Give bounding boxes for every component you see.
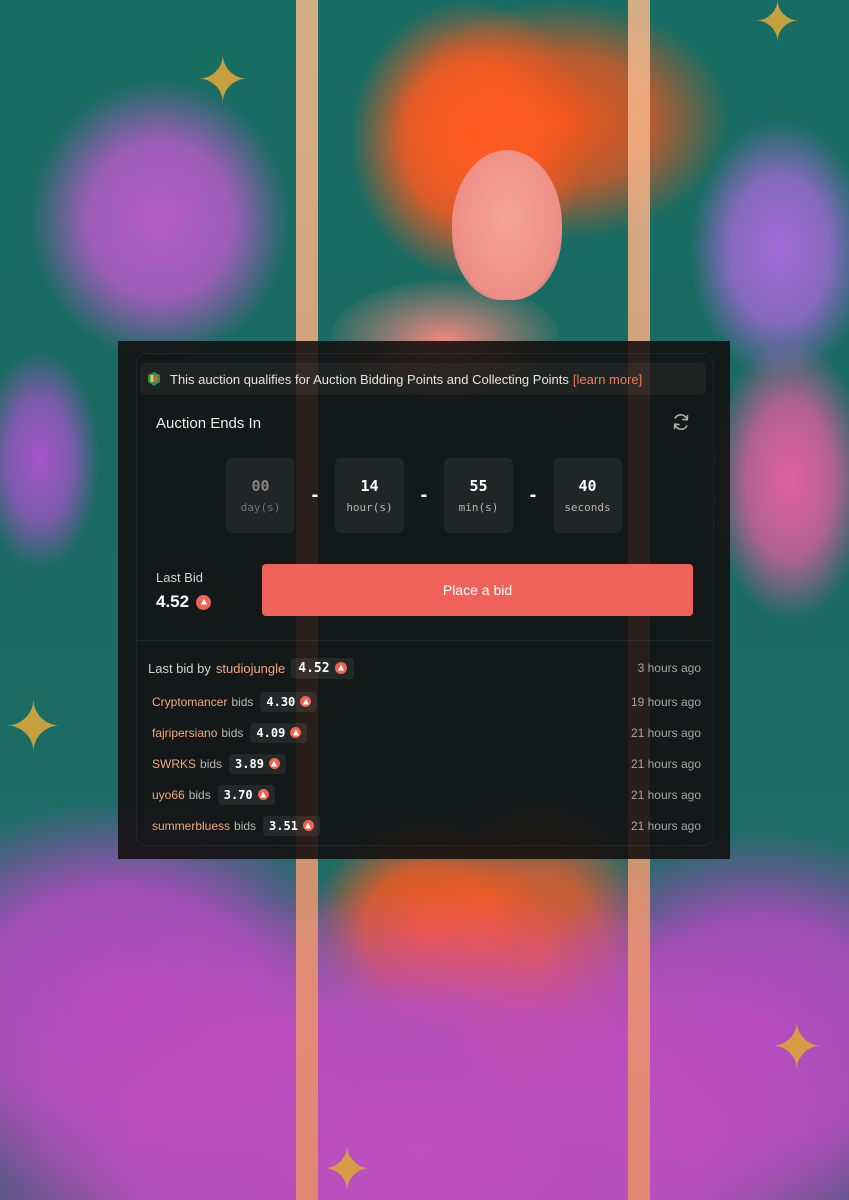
bid-amount-value: 3.70 — [223, 787, 253, 802]
bidder-name[interactable]: uyo66 — [152, 788, 185, 802]
countdown-days-value: 00 — [251, 477, 270, 495]
bids-word: bids — [231, 694, 254, 709]
bidder-name[interactable]: SWRKS — [152, 757, 196, 771]
bid-history-list: Cryptomancer bids 4.30 19 hours ago fajr… — [152, 686, 701, 841]
countdown-seconds: 40 seconds — [553, 458, 622, 533]
bids-word: bids — [221, 725, 244, 740]
currency-icon — [257, 789, 269, 800]
countdown-hours: 14 hour(s) — [335, 458, 404, 533]
last-bid-summary-value: 4.52 — [298, 660, 330, 676]
bid-amount-value: 3.89 — [235, 756, 264, 771]
bidder-name[interactable]: summerbluess — [152, 819, 230, 833]
bid-time: 21 hours ago — [630, 818, 701, 833]
artwork-star: ✦ — [196, 44, 250, 116]
last-bid-summary: Last bid by studiojungle 4.52 3 hours ag… — [148, 654, 701, 682]
last-bid-summary-amount: 4.52 — [291, 657, 354, 679]
countdown-separator: - — [420, 484, 428, 506]
currency-icon — [300, 696, 312, 707]
countdown-timer: 00 day(s) - 14 hour(s) - 55 min(s) - 40 … — [226, 458, 622, 533]
bid-time: 21 hours ago — [630, 787, 701, 802]
last-bid-by-label: Last bid by — [148, 660, 211, 676]
countdown-hours-value: 14 — [360, 477, 379, 495]
bid-history-row: Cryptomancer bids 4.30 19 hours ago — [152, 686, 701, 717]
countdown-days: 00 day(s) — [226, 458, 295, 533]
learn-more-link[interactable]: [learn more] — [573, 372, 642, 387]
section-divider — [136, 640, 712, 641]
bid-amount: 4.09 — [250, 722, 308, 743]
last-bid-value: 4.52 — [156, 592, 190, 611]
place-bid-button[interactable]: Place a bid — [262, 564, 693, 616]
auction-panel: This auction qualifies for Auction Biddi… — [118, 341, 730, 859]
bid-amount: 4.30 — [260, 691, 318, 712]
bid-history-row: fajripersiano bids 4.09 21 hours ago — [152, 717, 701, 748]
bid-history-row: SWRKS bids 3.89 21 hours ago — [152, 748, 701, 779]
currency-icon — [290, 727, 302, 738]
bid-amount-value: 3.51 — [269, 818, 298, 833]
countdown-seconds-label: seconds — [564, 501, 611, 514]
countdown-minutes-label: min(s) — [458, 501, 499, 514]
points-badge-icon — [148, 372, 160, 386]
artwork-star: ✦ — [754, 0, 801, 53]
last-bid-amount: 4.52 — [156, 592, 212, 612]
bids-word: bids — [234, 818, 257, 833]
artwork-star: ✦ — [770, 1011, 824, 1083]
last-bidder-name[interactable]: studiojungle — [216, 661, 285, 676]
artwork-star: ✦ — [4, 688, 63, 766]
bid-time: 19 hours ago — [630, 694, 701, 709]
countdown-separator: - — [529, 484, 537, 506]
bid-time: 21 hours ago — [630, 756, 701, 771]
currency-icon — [196, 594, 212, 610]
page: ✦ ✦ ✦ ✦ ✦ This auction qualifies for Auc… — [0, 0, 849, 1200]
countdown-hours-label: hour(s) — [346, 501, 393, 514]
bid-amount-value: 4.09 — [256, 725, 286, 740]
bids-word: bids — [200, 756, 223, 771]
last-bid-label: Last Bid — [156, 570, 203, 585]
artwork-face — [452, 150, 562, 300]
bidder-name[interactable]: Cryptomancer — [152, 695, 227, 709]
bids-word: bids — [188, 787, 211, 802]
bid-amount-value: 4.30 — [266, 694, 296, 709]
countdown-minutes-value: 55 — [469, 477, 488, 495]
bid-amount: 3.89 — [229, 753, 286, 774]
bid-history-row: summerbluess bids 3.51 21 hours ago — [152, 810, 701, 841]
countdown-seconds-value: 40 — [578, 477, 597, 495]
currency-icon — [302, 820, 314, 831]
bidder-name[interactable]: fajripersiano — [152, 726, 217, 740]
bid-time: 21 hours ago — [630, 725, 701, 740]
countdown-days-label: day(s) — [240, 501, 281, 514]
bid-amount: 3.51 — [263, 815, 320, 836]
bid-amount: 3.70 — [217, 784, 275, 805]
countdown-minutes: 55 min(s) — [444, 458, 513, 533]
bid-history-row: uyo66 bids 3.70 21 hours ago — [152, 779, 701, 810]
points-notice: This auction qualifies for Auction Biddi… — [140, 363, 706, 395]
auction-ends-label: Auction Ends In — [156, 415, 262, 432]
refresh-icon[interactable] — [671, 412, 691, 432]
currency-icon — [334, 662, 347, 674]
artwork-star: ✦ — [322, 1136, 373, 1200]
currency-icon — [268, 758, 280, 769]
countdown-separator: - — [311, 484, 319, 506]
last-bid-time: 3 hours ago — [637, 661, 701, 675]
points-notice-text: This auction qualifies for Auction Biddi… — [170, 371, 569, 387]
